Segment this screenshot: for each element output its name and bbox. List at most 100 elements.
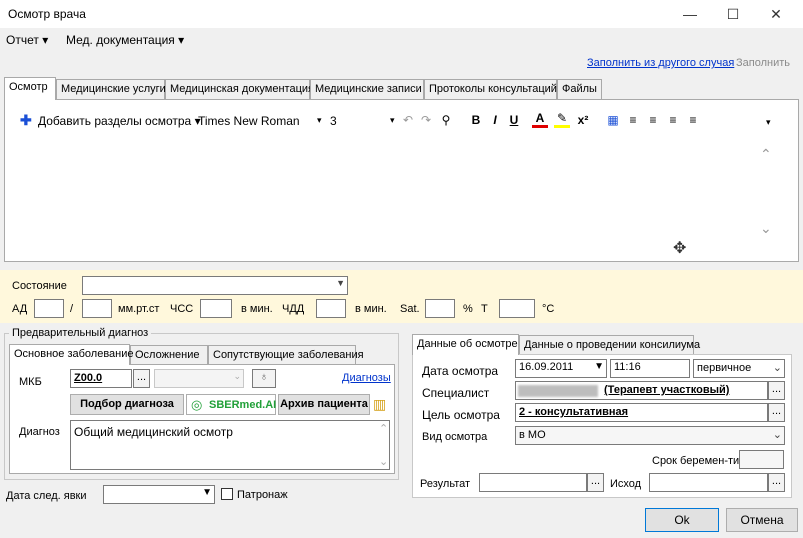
tab-complication[interactable]: Осложнение xyxy=(130,345,208,365)
goal-label: Цель осмотра xyxy=(422,408,500,422)
maximize-button[interactable]: ☐ xyxy=(713,0,753,28)
specialist-select-button[interactable]: ... xyxy=(768,381,785,400)
font-color-icon[interactable]: A xyxy=(532,112,548,128)
align-right-icon[interactable]: ≡ xyxy=(665,113,681,127)
add-sections-button[interactable]: Добавить разделы осмотра ▾ xyxy=(38,114,201,128)
pregnancy-input[interactable] xyxy=(739,450,784,469)
mmhg-label: мм.рт.ст xyxy=(118,303,160,315)
chss-input[interactable] xyxy=(200,299,232,318)
scroll-down-icon[interactable]: ⌄ xyxy=(379,455,388,468)
chevron-down-icon: ⌄ xyxy=(772,429,782,441)
underline-icon[interactable]: U xyxy=(506,113,522,127)
exam-type-value: первичное xyxy=(697,362,752,374)
result-select-button[interactable]: ... xyxy=(587,473,604,492)
goal-input[interactable]: 2 - консультативная xyxy=(515,403,768,422)
ad-slash: / xyxy=(70,303,74,315)
scroll-up-icon[interactable]: ⌃ xyxy=(760,146,772,163)
tab-osmotr[interactable]: Осмотр xyxy=(4,77,56,100)
patronage-checkbox[interactable] xyxy=(221,488,233,500)
exam-tabs: Данные об осмотре Данные о проведении ко… xyxy=(412,334,792,355)
tab-concomitant[interactable]: Сопутствующие заболевания xyxy=(208,345,364,365)
kind-select[interactable]: в МО ⌄ xyxy=(515,426,785,445)
chevron-down-icon: ▼ xyxy=(336,278,345,288)
superscript-icon[interactable]: x² xyxy=(575,113,591,127)
tab-med-docs[interactable]: Медицинская документация xyxy=(165,79,314,99)
tab-files[interactable]: Файлы xyxy=(557,79,602,99)
redo-icon[interactable]: ↷ xyxy=(418,113,434,127)
mkb-code-input[interactable]: Z00.0 xyxy=(70,369,132,388)
cancel-button[interactable]: Отмена xyxy=(726,508,798,532)
celsius-label: °C xyxy=(542,303,555,315)
toolbar-overflow-icon[interactable]: ▾ xyxy=(766,117,771,128)
patient-archive-button[interactable]: Архив пациента xyxy=(278,394,370,415)
result-input[interactable] xyxy=(479,473,587,492)
tab-main-disease[interactable]: Основное заболевание xyxy=(9,344,134,365)
editor-toolbar: ✚ Добавить разделы осмотра ▾ Times New R… xyxy=(20,110,785,132)
exam-type-select[interactable]: первичное ⌄ xyxy=(693,359,785,378)
fill-from-other-link[interactable]: Заполнить из другого случая xyxy=(587,57,734,69)
font-size-select[interactable]: 3 xyxy=(330,114,337,128)
ok-button[interactable]: Ok xyxy=(645,508,719,532)
italic-icon[interactable]: I xyxy=(487,113,503,127)
align-left-icon[interactable]: ≡ xyxy=(625,113,641,127)
find-icon[interactable]: ⚲ xyxy=(438,113,454,127)
menu-report[interactable]: Отчет ▾ xyxy=(6,33,48,47)
mkb-select-button[interactable]: ... xyxy=(133,369,150,388)
font-name-dropdown-icon[interactable]: ▾ xyxy=(317,115,322,126)
exam-time-input[interactable]: 11:16 xyxy=(610,359,690,378)
minimize-button[interactable]: — xyxy=(670,0,710,28)
chevron-down-icon: ⌄ xyxy=(233,371,241,381)
undo-icon[interactable]: ↶ xyxy=(400,113,416,127)
diagnosis-text[interactable]: Общий медицинский осмотр xyxy=(70,420,390,470)
close-button[interactable]: ✕ xyxy=(756,0,796,28)
goal-select-button[interactable]: ... xyxy=(768,403,785,422)
book-icon[interactable]: ▥ xyxy=(373,396,386,413)
tab-consult-protocols[interactable]: Протоколы консультаций xyxy=(424,79,557,99)
sat-input[interactable] xyxy=(425,299,455,318)
next-visit-date[interactable]: ▼ xyxy=(103,485,215,504)
mkb-combo[interactable]: ⌄ xyxy=(154,369,244,388)
scroll-down-icon[interactable]: ⌄ xyxy=(760,220,772,237)
font-name-select[interactable]: Times New Roman xyxy=(198,114,300,128)
specialist-input[interactable]: (Терапевт участковый) xyxy=(515,381,768,400)
t-label: T xyxy=(481,303,488,315)
patronage-label: Патронаж xyxy=(237,489,288,501)
exam-text-editor[interactable] xyxy=(22,133,783,250)
tab-consilium-data[interactable]: Данные о проведении консилиума xyxy=(519,335,700,355)
prelim-tabs: Основное заболевание Осложнение Сопутств… xyxy=(9,344,394,365)
scroll-up-icon[interactable]: ⌃ xyxy=(379,422,388,435)
sbermed-button[interactable]: ◎ SBERmed.AI xyxy=(186,394,276,415)
chdd-input[interactable] xyxy=(316,299,346,318)
tab-med-records[interactable]: Медицинские записи xyxy=(310,79,424,99)
sat-label: Sat. xyxy=(400,303,420,315)
tab-exam-data[interactable]: Данные об осмотре xyxy=(412,334,519,355)
kind-label: Вид осмотра xyxy=(422,431,488,443)
percent-label: % xyxy=(463,303,473,315)
temperature-input[interactable] xyxy=(499,299,535,318)
ad-systolic-input[interactable] xyxy=(34,299,64,318)
add-icon[interactable]: ✚ xyxy=(20,112,32,129)
align-center-icon[interactable]: ≡ xyxy=(645,113,661,127)
bold-icon[interactable]: B xyxy=(468,113,484,127)
tab-med-services[interactable]: Медицинские услуги xyxy=(56,79,166,99)
state-select[interactable]: ▼ xyxy=(82,276,348,295)
diagnoses-link[interactable]: Диагнозы xyxy=(342,372,391,384)
exam-date-input[interactable]: 16.09.2011 ▼ xyxy=(515,359,607,378)
pick-diagnosis-button[interactable]: Подбор диагноза xyxy=(70,394,184,415)
justify-icon[interactable]: ≡ xyxy=(685,113,701,127)
menu-med-docs[interactable]: Мед. документация ▾ xyxy=(66,33,184,47)
table-icon[interactable]: ▦ xyxy=(605,113,621,127)
outcome-input[interactable] xyxy=(649,473,768,492)
sber-logo-icon: ◎ xyxy=(191,397,203,412)
ad-diastolic-input[interactable] xyxy=(82,299,112,318)
chss-label: ЧСС xyxy=(170,303,194,315)
specialist-label: Специалист xyxy=(422,386,490,400)
fill-link[interactable]: Заполнить xyxy=(736,57,790,69)
highlight-icon[interactable]: ✎ xyxy=(554,112,570,128)
chdd-label: ЧДД xyxy=(282,303,305,315)
font-size-dropdown-icon[interactable]: ▾ xyxy=(390,115,395,126)
outcome-select-button[interactable]: ... xyxy=(768,473,785,492)
next-visit-label: Дата след. явки xyxy=(6,490,87,502)
result-label: Результат xyxy=(420,478,471,490)
ribbon-icon[interactable]: ♁ xyxy=(252,369,276,388)
